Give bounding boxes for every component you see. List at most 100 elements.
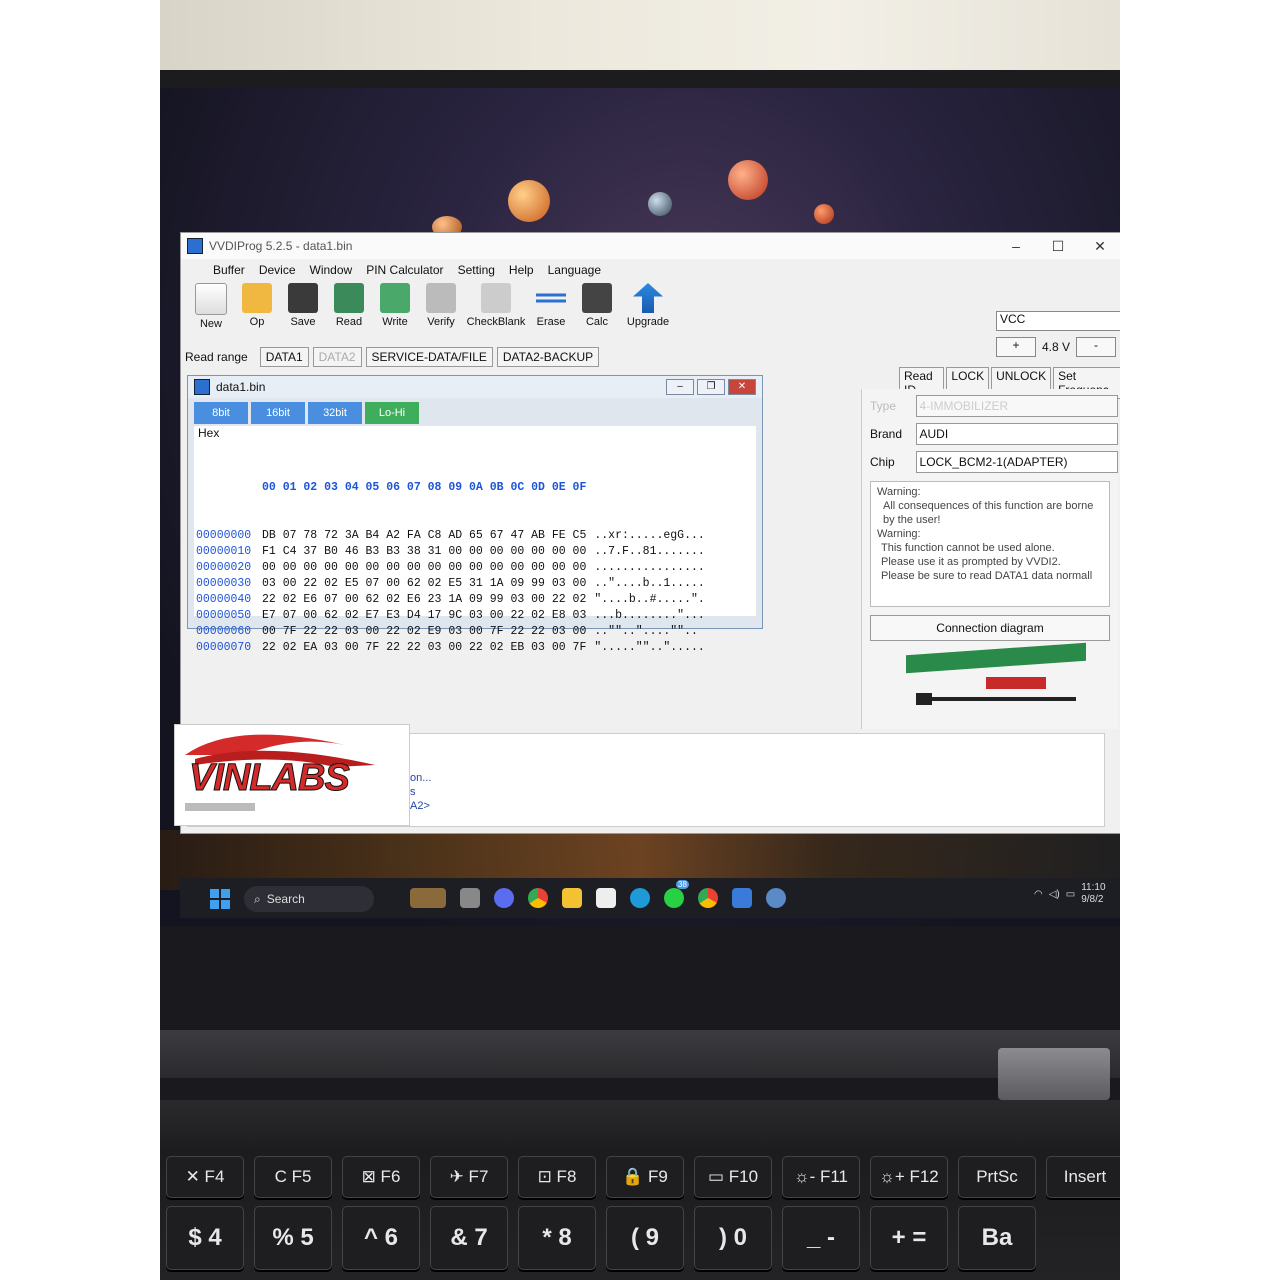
chip-select[interactable]: LOCK_BCM2-1(ADAPTER): [915, 451, 1118, 473]
hex-bytes[interactable]: 22 02 E6 07 00 62 02 E6 23 1A 09 99 03 0…: [262, 593, 586, 606]
hex-bytes[interactable]: 00 00 00 00 00 00 00 00 00 00 00 00 00 0…: [262, 561, 586, 574]
open-button[interactable]: Op: [237, 283, 277, 328]
tab-service-data[interactable]: SERVICE-DATA/FILE: [365, 347, 493, 367]
hex-ascii[interactable]: ..xr:.....egG...: [594, 529, 704, 542]
widgets-icon[interactable]: [410, 888, 446, 908]
warning-line: Please be sure to read DATA1 data normal…: [881, 570, 1093, 582]
window-title: VVDIProg 5.2.5 - data1.bin: [209, 239, 353, 253]
hex-bytes[interactable]: E7 07 00 62 02 E7 E3 D4 17 9C 03 00 22 0…: [262, 609, 586, 622]
hex-bytes[interactable]: 03 00 22 02 E5 07 00 62 02 E5 31 1A 09 9…: [262, 577, 586, 590]
menu-device[interactable]: Device: [259, 263, 296, 277]
new-button[interactable]: New: [191, 283, 231, 330]
file-explorer-icon[interactable]: [562, 888, 582, 908]
clock-date[interactable]: 9/8/2: [1081, 894, 1105, 906]
hex-ascii[interactable]: ................: [594, 561, 704, 574]
brand-select[interactable]: AUDI: [915, 423, 1118, 445]
connection-diagram-image: [886, 642, 1102, 717]
hex-editor[interactable]: Hex 00 01 02 03 04 05 06 07 08 09 0A 0B …: [194, 426, 756, 654]
keyboard-key: ✈ F7: [430, 1156, 508, 1198]
chrome-profile-icon[interactable]: [698, 888, 718, 908]
hex-view[interactable]: 00 01 02 03 04 05 06 07 08 09 0A 0B 0C 0…: [196, 448, 705, 688]
hex-bytes[interactable]: DB 07 78 72 3A B4 A2 FA C8 AD 65 67 47 A…: [262, 529, 586, 542]
vinlabs-text: VINLABS: [189, 757, 351, 800]
read-button[interactable]: Read: [329, 283, 369, 328]
volume-icon[interactable]: ◁): [1049, 889, 1060, 900]
checkblank-button[interactable]: CheckBlank: [467, 283, 525, 328]
hex-ascii[interactable]: .."".."....""..: [594, 625, 698, 638]
search-icon: ⌕: [254, 891, 261, 906]
windows-start-icon[interactable]: [210, 889, 230, 909]
hex-row[interactable]: 00000020 00 00 00 00 00 00 00 00 00 00 00…: [196, 560, 705, 576]
hex-row[interactable]: 00000070 22 02 EA 03 00 7F 22 22 03 00 22…: [196, 640, 705, 656]
tab-data1[interactable]: DATA1: [259, 347, 309, 367]
voltage-plus-button[interactable]: +: [996, 337, 1036, 357]
calc-button[interactable]: Calc: [577, 283, 617, 328]
write-button[interactable]: Write: [375, 283, 415, 328]
hex-ascii[interactable]: "....b..#.....".: [594, 593, 704, 606]
hex-row[interactable]: 00000040 22 02 E6 07 00 62 02 E6 23 1A 09…: [196, 592, 705, 608]
hex-row[interactable]: 00000030 03 00 22 02 E5 07 00 62 02 E5 31…: [196, 576, 705, 592]
32bit-button[interactable]: 32bit: [308, 402, 362, 424]
store-icon[interactable]: [596, 888, 616, 908]
hex-group-label: Hex: [198, 426, 220, 440]
hex-row[interactable]: 00000050 E7 07 00 62 02 E7 E3 D4 17 9C 03…: [196, 608, 705, 624]
8bit-button[interactable]: 8bit: [194, 402, 248, 424]
erase-button[interactable]: Erase: [531, 283, 571, 328]
hex-bytes[interactable]: 22 02 EA 03 00 7F 22 22 03 00 22 02 EB 0…: [262, 641, 586, 654]
verify-button[interactable]: Verify: [421, 283, 461, 328]
taskbar-search[interactable]: ⌕ Search: [244, 886, 374, 912]
hex-ascii[interactable]: ...b........"...: [594, 609, 704, 622]
vcc-select[interactable]: VCC: [996, 311, 1120, 331]
task-view-icon[interactable]: [460, 888, 480, 908]
hex-row[interactable]: 00000010 F1 C4 37 B0 46 B3 B3 38 31 00 00…: [196, 544, 705, 560]
menu-language[interactable]: Language: [548, 263, 601, 277]
connection-diagram-button[interactable]: Connection diagram: [870, 615, 1110, 641]
16bit-button[interactable]: 16bit: [251, 402, 305, 424]
edge-icon[interactable]: [630, 888, 650, 908]
save-button[interactable]: Save: [283, 283, 323, 328]
floppy-icon: [288, 283, 318, 313]
hex-header: 00 01 02 03 04 05 06 07 08 09 0A 0B 0C 0…: [262, 481, 587, 494]
planet-icon: [728, 160, 768, 200]
app-icon[interactable]: [766, 888, 786, 908]
hex-row[interactable]: 00000060 00 7F 22 22 03 00 22 02 E9 03 00…: [196, 624, 705, 640]
keyboard-key: ☼- F11: [782, 1156, 860, 1198]
lo-hi-button[interactable]: Lo-Hi: [365, 402, 419, 424]
close-button[interactable]: ✕: [1079, 238, 1120, 255]
hex-row[interactable]: 00000000 DB 07 78 72 3A B4 A2 FA C8 AD 65…: [196, 528, 705, 544]
clock-time[interactable]: 11:10: [1081, 882, 1105, 894]
child-close-button[interactable]: ✕: [728, 379, 756, 395]
hex-ascii[interactable]: ".....""..".....: [594, 641, 704, 654]
meet-icon[interactable]: [494, 888, 514, 908]
menu-help[interactable]: Help: [509, 263, 534, 277]
keyboard-key: PrtSc: [958, 1156, 1036, 1198]
minimize-button[interactable]: –: [995, 238, 1037, 255]
hex-ascii[interactable]: .."....b..1.....: [594, 577, 704, 590]
menu-buffer[interactable]: Buffer: [213, 263, 245, 277]
menu-setting[interactable]: Setting: [458, 263, 495, 277]
read-range-row: Read range DATA1 DATA2 SERVICE-DATA/FILE…: [185, 347, 600, 367]
tab-data2[interactable]: DATA2: [312, 347, 362, 367]
wifi-icon[interactable]: ◠: [1034, 889, 1043, 900]
battery-icon[interactable]: ▭: [1066, 889, 1075, 900]
child-minimize-button[interactable]: –: [666, 379, 694, 395]
search-label: Search: [266, 892, 305, 906]
upgrade-button[interactable]: Upgrade: [623, 283, 673, 328]
menu-pin-calculator[interactable]: PIN Calculator: [366, 263, 443, 277]
chrome-icon[interactable]: [528, 888, 548, 908]
toolbar: New Op Save Read Write Verify CheckBlank…: [181, 281, 1120, 341]
child-restore-button[interactable]: ❐: [697, 379, 725, 395]
hex-bytes[interactable]: F1 C4 37 B0 46 B3 B3 38 31 00 00 00 00 0…: [262, 545, 586, 558]
folder-icon: [242, 283, 272, 313]
hex-ascii[interactable]: ..7.F..81.......: [594, 545, 704, 558]
vvdi-prog-icon[interactable]: [732, 888, 752, 908]
hex-address: 00000040: [196, 593, 252, 606]
voltage-minus-button[interactable]: -: [1076, 337, 1117, 357]
hex-bytes[interactable]: 00 7F 22 22 03 00 22 02 E9 03 00 7F 22 2…: [262, 625, 586, 638]
maximize-button[interactable]: ☐: [1037, 238, 1079, 255]
menu-window[interactable]: Window: [310, 263, 353, 277]
tab-data2-backup[interactable]: DATA2-BACKUP: [496, 347, 600, 367]
type-select[interactable]: 4-IMMOBILIZER: [915, 395, 1118, 417]
whatsapp-icon[interactable]: 38: [664, 880, 689, 908]
data-file-icon: [194, 379, 210, 395]
